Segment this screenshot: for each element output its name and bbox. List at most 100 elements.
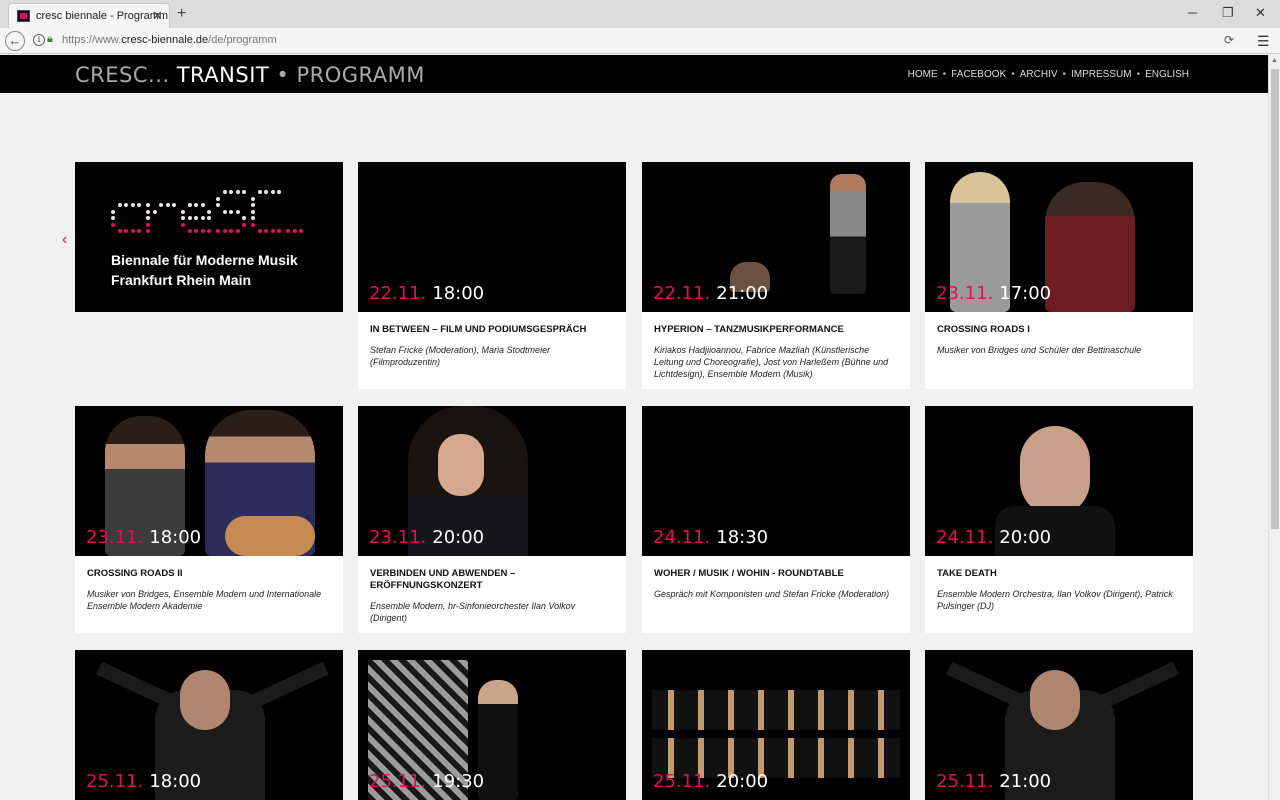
event-date: 22.11.: [369, 283, 427, 304]
window-minimize-button[interactable]: ─: [1188, 5, 1197, 20]
logo-dot-glyph: [111, 190, 142, 234]
event-title[interactable]: TAKE DEATH: [937, 568, 1181, 580]
event-date: 23.11.: [369, 527, 427, 548]
event-subtitle: Musiker von Bridges, Ensemble Modern und…: [87, 589, 322, 611]
event-card[interactable]: 23.11. 17:00 CROSSING ROADS I Musiker von…: [925, 162, 1193, 389]
tab-close-icon[interactable]: ✕: [152, 8, 163, 24]
nav-impressum[interactable]: IMPRESSUM: [1071, 69, 1132, 80]
event-image[interactable]: 22.11. 21:00: [642, 162, 910, 312]
lock-icon[interactable]: 🔒︎: [47, 33, 53, 46]
event-image[interactable]: 25.11. 19:30: [358, 650, 626, 800]
logo-card: Biennale für Moderne Musik Frankfurt Rhe…: [75, 162, 343, 312]
event-datetime: 25.11. 21:00: [936, 771, 1051, 792]
event-title[interactable]: WOHER / MUSIK / WOHIN - ROUNDTABLE: [654, 568, 898, 580]
nav-separator: •: [1011, 69, 1015, 80]
event-subtitle: Gespräch mit Komponisten und Stefan Fric…: [654, 589, 890, 599]
carousel-prev-icon[interactable]: ‹: [62, 231, 67, 249]
event-image[interactable]: 23.11. 20:00: [358, 406, 626, 556]
brand-separator: •: [276, 63, 290, 87]
logo-dot-glyph: [251, 190, 282, 234]
logo-dot-glyph: [216, 190, 247, 234]
event-datetime: 25.11. 19:30: [369, 771, 484, 792]
event-image[interactable]: 25.11. 20:00: [642, 650, 910, 800]
event-card[interactable]: 23.11. 18:00 CROSSING ROADS II Musiker vo…: [75, 406, 343, 633]
event-datetime: 24.11. 18:30: [653, 527, 768, 548]
browser-tab[interactable]: cresc biennale - Programm ✕: [8, 3, 170, 28]
nav-separator: •: [1136, 69, 1141, 80]
url-host: cresc-biennale.de: [121, 34, 209, 46]
event-date: 25.11.: [653, 771, 711, 792]
event-time: 20:00: [999, 527, 1052, 548]
nav-english[interactable]: ENGLISH: [1145, 69, 1189, 80]
event-date: 24.11.: [653, 527, 711, 548]
logo-tagline-1: Biennale für Moderne Musik: [111, 252, 298, 268]
event-datetime: 24.11. 20:00: [936, 527, 1051, 548]
event-time: 18:30: [716, 527, 769, 548]
site-brand[interactable]: CRESC... TRANSIT • PROGRAMM: [75, 63, 425, 87]
event-image[interactable]: 22.11. 18:00: [358, 162, 626, 312]
nav-archiv[interactable]: ARCHIV: [1020, 69, 1058, 80]
event-title[interactable]: CROSSING ROADS II: [87, 568, 331, 580]
cresc-dot-logo-icon: [111, 190, 317, 234]
event-card[interactable]: 24.11. 18:30 WOHER / MUSIK / WOHIN - ROUN…: [642, 406, 910, 633]
event-date: 22.11.: [653, 283, 711, 304]
event-time: 20:00: [716, 771, 769, 792]
event-card[interactable]: 25.11. 21:00: [925, 650, 1193, 800]
event-image[interactable]: 23.11. 18:00: [75, 406, 343, 556]
event-date: 23.11.: [936, 283, 994, 304]
url-field[interactable]: https://www.cresc-biennale.de/de/program…: [62, 34, 277, 46]
event-image[interactable]: 24.11. 18:30: [642, 406, 910, 556]
event-image[interactable]: 25.11. 21:00: [925, 650, 1193, 800]
brand-part3: PROGRAMM: [296, 63, 425, 87]
event-title[interactable]: VERBINDEN UND ABWENDEN – ERÖFFNUNGSKONZE…: [370, 568, 614, 592]
nav-home[interactable]: HOME: [908, 69, 938, 80]
event-card[interactable]: 25.11. 20:00: [642, 650, 910, 800]
cresc-logo: Biennale für Moderne Musik Frankfurt Rhe…: [75, 162, 343, 312]
back-arrow-icon[interactable]: ←: [5, 31, 25, 51]
event-time: 18:00: [149, 771, 202, 792]
event-title[interactable]: HYPERION – TANZMUSIKPERFORMANCE: [654, 324, 898, 336]
scroll-up-icon[interactable]: ▲: [1271, 57, 1278, 64]
event-card[interactable]: 22.11. 18:00 IN BETWEEN – FILM UND PODIUM…: [358, 162, 626, 389]
event-title[interactable]: IN BETWEEN – FILM UND PODIUMSGESPRÄCH: [370, 324, 614, 336]
event-time: 21:00: [716, 283, 769, 304]
event-datetime: 25.11. 20:00: [653, 771, 768, 792]
scrollbar-thumb[interactable]: [1271, 69, 1279, 529]
url-path: /de/programm: [208, 34, 277, 46]
event-image[interactable]: 25.11. 18:00: [75, 650, 343, 800]
event-card[interactable]: 25.11. 19:30: [358, 650, 626, 800]
window-maximize-button[interactable]: ❐: [1222, 5, 1234, 21]
brand-part1: CRESC...: [75, 63, 170, 87]
event-date: 24.11.: [936, 527, 994, 548]
event-card[interactable]: 23.11. 20:00 VERBINDEN UND ABWENDEN – ERÖ…: [358, 406, 626, 633]
event-time: 18:00: [149, 527, 202, 548]
hamburger-menu-icon[interactable]: ☰: [1257, 33, 1270, 50]
event-subtitle: Musiker von Bridges und Schüler der Bett…: [937, 345, 1142, 355]
event-image[interactable]: 23.11. 17:00: [925, 162, 1193, 312]
event-card[interactable]: 25.11. 18:00: [75, 650, 343, 800]
event-datetime: 23.11. 20:00: [369, 527, 484, 548]
event-subtitle: Kiriakos Hadjiioannou, Fabrice Mazliah (…: [654, 345, 889, 379]
reload-icon[interactable]: ⟳: [1224, 33, 1234, 47]
event-card[interactable]: 22.11. 21:00 HYPERION – TANZMUSIKPERFORMA…: [642, 162, 910, 389]
browser-tabbar: cresc biennale - Programm ✕ + ─ ❐ ✕: [0, 0, 1280, 28]
event-time: 18:00: [432, 283, 485, 304]
event-time: 20:00: [432, 527, 485, 548]
info-icon[interactable]: i: [33, 34, 45, 46]
event-date: 23.11.: [86, 527, 144, 548]
event-datetime: 22.11. 18:00: [369, 283, 484, 304]
new-tab-button[interactable]: +: [177, 5, 186, 23]
event-time: 19:30: [432, 771, 485, 792]
event-datetime: 25.11. 18:00: [86, 771, 201, 792]
event-datetime: 22.11. 21:00: [653, 283, 768, 304]
site-favicon-icon: [17, 10, 30, 22]
event-card[interactable]: 24.11. 20:00 TAKE DEATH Ensemble Modern O…: [925, 406, 1193, 633]
event-time: 21:00: [999, 771, 1052, 792]
nav-separator: •: [1062, 69, 1067, 80]
window-close-button[interactable]: ✕: [1255, 5, 1266, 21]
event-image[interactable]: 24.11. 20:00: [925, 406, 1193, 556]
page-scrollbar[interactable]: ▲: [1268, 55, 1280, 800]
event-subtitle: Ensemble Modern, hr-Sinfonieorchester Il…: [370, 601, 576, 623]
event-title[interactable]: CROSSING ROADS I: [937, 324, 1181, 336]
nav-facebook[interactable]: FACEBOOK: [951, 69, 1006, 80]
